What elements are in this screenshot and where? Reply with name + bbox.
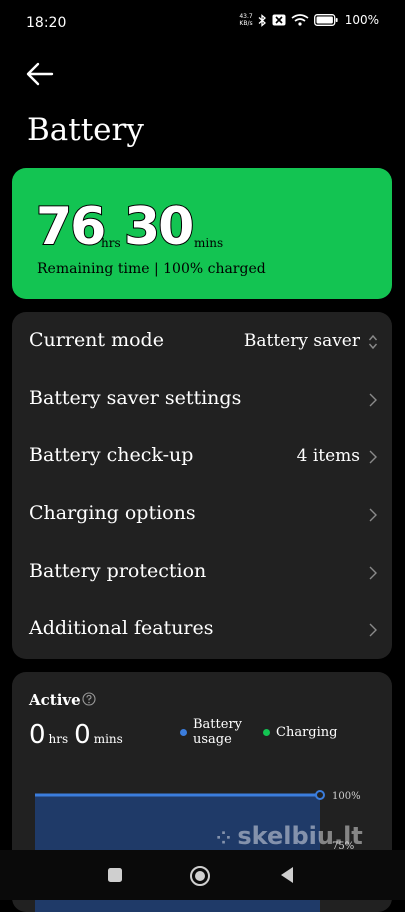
menu-item-label: Battery saver settings: [29, 387, 242, 409]
menu-item-label: Battery protection: [29, 560, 207, 582]
navigation-bar: [0, 850, 405, 900]
menu-item-battery-saver-settings[interactable]: Battery saver settings: [12, 371, 392, 428]
wifi-icon: [291, 14, 309, 26]
page-title: Battery: [27, 112, 144, 148]
bluetooth-icon: [258, 13, 266, 27]
status-icons: 43.7 KB/s 100%: [239, 13, 379, 27]
chevron-right-icon: [369, 393, 377, 407]
status-time: 18:20: [26, 15, 67, 31]
battery-summary-card: 76 hrs 30 mins Remaining time | 100% cha…: [12, 168, 392, 299]
minutes-unit: mins: [194, 236, 224, 250]
sim-off-icon: [272, 14, 286, 26]
menu-item-value: Battery saver: [243, 331, 360, 351]
menu-item-label: Battery check-up: [29, 444, 194, 466]
watermark-dots: ⁘: [216, 828, 238, 849]
back-arrow-icon[interactable]: [26, 60, 56, 88]
menu-item-battery-protection[interactable]: Battery protection: [12, 544, 392, 601]
menu-item-charging-options[interactable]: Charging options: [12, 486, 392, 543]
menu-item-label: Additional features: [29, 617, 214, 639]
menu-item-value: 4 items: [296, 446, 360, 466]
battery-percent: 100%: [344, 13, 379, 27]
menu-item-battery-check-up[interactable]: Battery check-up 4 items: [12, 428, 392, 485]
network-speed: 43.7 KB/s: [239, 13, 252, 27]
chevron-right-icon: [369, 623, 377, 637]
battery-icon: [313, 14, 338, 26]
status-bar: 18:20 43.7 KB/s 100%: [0, 0, 405, 44]
menu-item-label: Charging options: [29, 502, 196, 524]
chevron-right-icon: [369, 508, 377, 522]
recent-apps-icon[interactable]: [107, 867, 123, 883]
chart-y-tick-label: 100%: [332, 791, 361, 802]
chevron-right-icon: [369, 450, 377, 464]
home-icon[interactable]: [189, 865, 211, 887]
menu-item-current-mode[interactable]: Current mode Battery saver: [12, 313, 392, 370]
net-speed-value: 43.7: [239, 13, 253, 20]
remaining-hours: 76: [35, 197, 107, 257]
chart-point: [315, 790, 325, 800]
back-nav-icon[interactable]: [279, 866, 295, 884]
watermark-text: skelbiu.lt: [237, 822, 363, 850]
net-speed-unit: KB/s: [239, 20, 253, 27]
watermark: ⁘ skelbiu.lt: [216, 822, 363, 850]
menu-item-additional-features[interactable]: Additional features: [12, 601, 392, 658]
hours-unit: hrs: [101, 236, 121, 250]
remaining-text: Remaining time | 100% charged: [37, 261, 266, 277]
chevron-right-icon: [369, 566, 377, 580]
remaining-minutes: 30: [123, 197, 195, 257]
updown-chevron-icon: [368, 334, 378, 350]
menu-item-label: Current mode: [29, 329, 164, 351]
settings-menu: Current mode Battery saver Battery saver…: [12, 312, 392, 659]
